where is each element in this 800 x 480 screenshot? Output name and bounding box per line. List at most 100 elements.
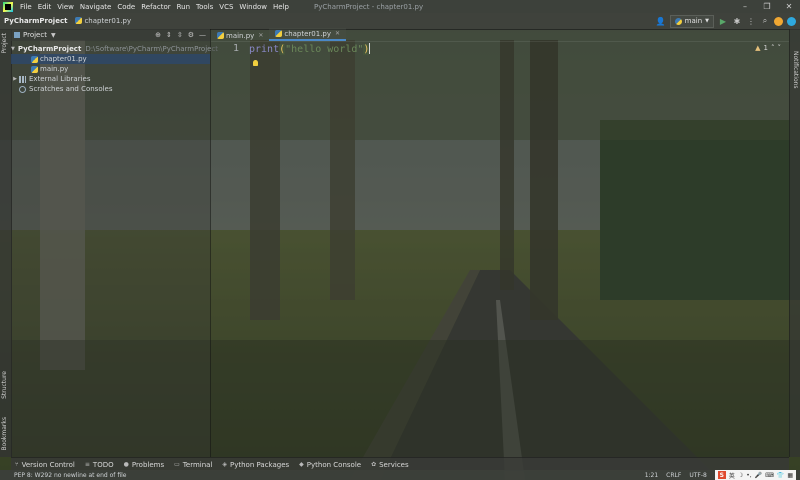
editor-tabs: main.py ✕ chapter01.py ✕ — [211, 28, 789, 42]
menu-tools[interactable]: Tools — [193, 3, 216, 11]
scratches-icon — [19, 85, 26, 93]
breadcrumb-project[interactable]: PyCharmProject — [0, 17, 71, 25]
debug-icon[interactable]: ✱ — [732, 16, 742, 26]
tool-services[interactable]: ✿ Services — [367, 461, 415, 469]
tool-version-control[interactable]: ⑂ Version Control — [11, 461, 81, 469]
chevron-up-icon[interactable]: ˄ — [771, 44, 775, 52]
menu-edit[interactable]: Edit — [35, 3, 55, 11]
text-caret — [369, 43, 371, 54]
moon-icon: ☽ — [737, 471, 744, 479]
project-panel-header: Project ▼ ⊕ ⇕ ⇳ ⚙ — — [11, 29, 210, 41]
keyboard-icon: ⌨ — [765, 471, 774, 479]
menu-code[interactable]: Code — [114, 3, 138, 11]
run-icon[interactable]: ▶ — [718, 16, 728, 26]
tool-todo[interactable]: ≡ TODO — [81, 461, 120, 469]
tool-python-console[interactable]: ◆ Python Console — [295, 461, 367, 469]
collapse-all-icon[interactable]: ⇳ — [177, 31, 183, 39]
services-icon: ✿ — [371, 461, 377, 468]
menu-file[interactable]: File — [17, 3, 35, 11]
python-file-icon — [75, 17, 83, 24]
minimize-icon[interactable]: – — [734, 2, 756, 11]
tree-item-chapter01[interactable]: chapter01.py — [11, 54, 210, 64]
menu-help[interactable]: Help — [270, 3, 292, 11]
file-encoding[interactable]: UTF-8 — [689, 472, 707, 479]
ime-language: 英 — [728, 472, 735, 480]
hide-icon[interactable]: — — [199, 31, 206, 39]
restore-icon[interactable]: ❐ — [756, 2, 778, 11]
tab-bookmarks[interactable]: Bookmarks — [1, 417, 8, 451]
pycharm-logo-icon — [3, 1, 13, 12]
expand-arrow-icon[interactable]: ▶ — [11, 76, 19, 82]
chevron-down-icon: ▼ — [705, 18, 709, 24]
sogou-ime-icon: S — [717, 471, 726, 479]
tab-structure[interactable]: Structure — [1, 371, 8, 399]
lightbulb-icon[interactable] — [253, 60, 258, 66]
code-line[interactable]: print("hello world") — [249, 43, 371, 55]
user-icon[interactable]: 👤 — [656, 16, 666, 26]
terminal-icon: ▭ — [174, 461, 180, 468]
tab-chapter01-py[interactable]: chapter01.py ✕ — [269, 28, 347, 41]
python-file-icon — [31, 65, 38, 73]
status-message[interactable]: PEP 8: W292 no newline at end of file — [0, 472, 126, 479]
line-number: 1 — [232, 43, 239, 54]
run-config-select[interactable]: main ▼ — [669, 14, 714, 28]
window-controls: – ❐ ✕ — [734, 2, 800, 11]
python-file-icon — [275, 30, 283, 37]
chevron-down-icon[interactable]: ˅ — [778, 44, 782, 52]
python-file-icon — [217, 32, 224, 39]
punctuation-icon: •, — [746, 471, 752, 479]
warning-icon: ▲ — [755, 44, 761, 52]
menu-refactor[interactable]: Refactor — [138, 3, 173, 11]
microphone-icon: 🎤 — [754, 471, 763, 479]
gear-icon[interactable]: ⚙ — [188, 31, 194, 39]
line-endings[interactable]: CRLF — [666, 472, 681, 479]
menu-run[interactable]: Run — [174, 3, 193, 11]
python-icon — [674, 17, 682, 25]
grid-icon: ▦ — [787, 471, 793, 479]
line-gutter: 1 — [211, 41, 245, 457]
editor-area[interactable]: main.py ✕ chapter01.py ✕ 1 print("hello … — [211, 28, 789, 457]
account-icon[interactable] — [774, 16, 783, 26]
menu-bar: File Edit View Navigate Code Refactor Ru… — [0, 0, 800, 13]
tree-item-main[interactable]: main.py — [11, 64, 210, 74]
tool-window-bar: ⑂ Version Control ≡ TODO ● Problems ▭ Termin… — [11, 457, 789, 471]
right-tool-stripe: Notifications — [789, 29, 800, 457]
more-icon[interactable]: ⋮ — [746, 16, 756, 26]
close-tab-icon[interactable]: ✕ — [335, 30, 340, 37]
search-icon[interactable]: ⌕ — [760, 16, 770, 26]
tab-notifications[interactable]: Notifications — [792, 51, 799, 89]
caret-position[interactable]: 1:21 — [645, 472, 658, 479]
menu-vcs[interactable]: VCS — [216, 3, 236, 11]
branch-icon: ⑂ — [15, 461, 19, 468]
problems-icon: ● — [123, 461, 129, 468]
tree-item-external-libraries[interactable]: ▶ External Libraries — [11, 74, 210, 84]
ime-toolbar[interactable]: S 英 ☽ •, 🎤 ⌨ 👕 ▦ — [714, 470, 796, 480]
library-icon — [19, 75, 26, 83]
breadcrumb-file[interactable]: chapter01.py — [71, 17, 135, 25]
close-icon[interactable]: ✕ — [778, 2, 800, 11]
project-panel-title[interactable]: Project — [23, 31, 47, 39]
locate-icon[interactable]: ⊕ — [155, 31, 161, 39]
window-title: PyCharmProject - chapter01.py — [314, 2, 424, 11]
expand-all-icon[interactable]: ⇕ — [166, 31, 172, 39]
tool-terminal[interactable]: ▭ Terminal — [170, 461, 218, 469]
close-tab-icon[interactable]: ✕ — [258, 32, 263, 39]
tab-main-py[interactable]: main.py ✕ — [211, 30, 269, 41]
tree-item-project-root[interactable]: ▼ PyCharmProject D:\Software\PyCharm\PyC… — [11, 44, 218, 54]
menu-view[interactable]: View — [54, 3, 77, 11]
tree-item-scratches[interactable]: Scratches and Consoles — [11, 84, 210, 94]
code-string: "hello world" — [285, 44, 364, 55]
code-function: print — [249, 44, 280, 55]
python-icon: ◆ — [299, 461, 304, 468]
menu-window[interactable]: Window — [236, 3, 270, 11]
shirt-icon: 👕 — [776, 471, 785, 479]
inspection-widget[interactable]: ▲ 1 ˄ ˅ — [755, 44, 781, 52]
tab-project[interactable]: Project — [1, 33, 8, 54]
tool-problems[interactable]: ● Problems — [120, 461, 171, 469]
tool-python-packages[interactable]: ◈ Python Packages — [218, 461, 295, 469]
warning-count: 1 — [763, 44, 768, 52]
menu-navigate[interactable]: Navigate — [77, 3, 114, 11]
expand-arrow-icon[interactable]: ▼ — [11, 46, 15, 52]
chevron-down-icon[interactable]: ▼ — [51, 32, 56, 39]
settings-icon[interactable] — [787, 16, 796, 26]
